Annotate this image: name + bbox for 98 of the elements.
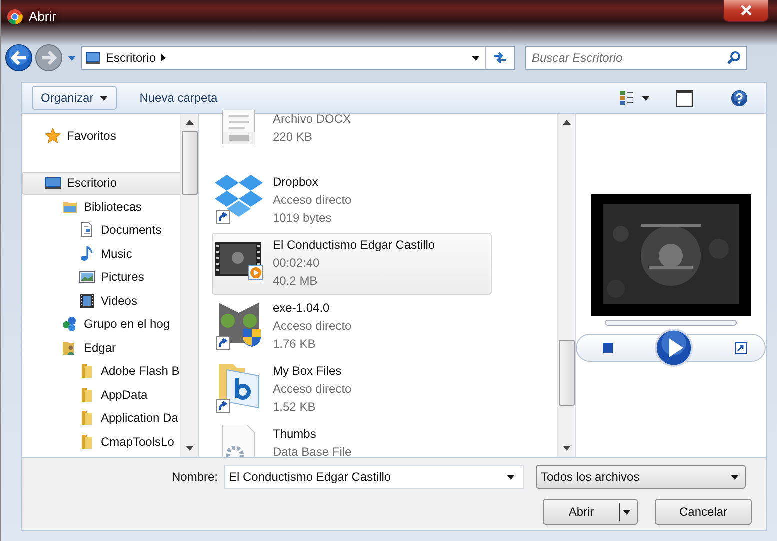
scroll-thumb[interactable] — [558, 340, 574, 406]
star-icon — [45, 128, 61, 144]
play-button[interactable] — [655, 329, 693, 367]
window-title: Abrir — [29, 9, 56, 24]
close-button[interactable] — [723, 0, 769, 22]
nav-item[interactable]: Grupo en el hog — [22, 312, 180, 336]
file-item[interactable]: Thumbs Data Base File — [212, 422, 551, 457]
file-item[interactable]: El Conductismo Edgar Castillo 00:02:40 40.2 MB — [212, 233, 492, 295]
file-detail: 1019 bytes — [273, 210, 333, 227]
history-dropdown-icon[interactable] — [68, 56, 76, 60]
nav-label: Grupo en el hog — [84, 317, 170, 332]
preview-pane-icon[interactable] — [676, 90, 693, 106]
scroll-down-icon[interactable] — [562, 446, 570, 451]
picture-icon — [79, 269, 95, 286]
scrollbar[interactable] — [180, 114, 198, 457]
file-name: Thumbs — [273, 426, 318, 443]
nav-item[interactable]: Videos — [22, 289, 180, 312]
fullscreen-button[interactable] — [735, 342, 747, 354]
nav-item[interactable]: CmapToolsLo — [22, 430, 180, 454]
nav-item[interactable]: AppData — [22, 383, 180, 406]
file-item[interactable]: My Box Files Acceso directo 1.52 KB — [212, 359, 551, 421]
file-detail: 00:02:40 — [273, 255, 321, 272]
dropdown-icon — [100, 96, 108, 100]
file-name-field[interactable]: El Conductismo Edgar Castillo — [224, 465, 524, 489]
file-detail: Acceso directo — [273, 192, 352, 209]
nav-item[interactable]: Application Da — [22, 406, 180, 430]
nav-label: Videos — [101, 294, 138, 308]
forward-button[interactable] — [35, 44, 63, 72]
film-icon — [79, 292, 95, 309]
dropdown-icon — [731, 474, 739, 480]
document-icon — [79, 222, 95, 238]
nav-label: Music — [101, 246, 132, 261]
nav-label: Escritorio — [67, 176, 118, 190]
nav-item[interactable]: Favoritos — [22, 124, 180, 148]
open-button[interactable]: Abrir — [543, 499, 638, 525]
scroll-thumb[interactable] — [182, 131, 198, 195]
browser-icon — [7, 9, 23, 25]
dropdown-icon[interactable] — [472, 56, 480, 60]
address-bar[interactable]: Escritorio — [81, 46, 515, 70]
nav-item[interactable]: Music — [22, 242, 180, 266]
file-item[interactable]: Archivo DOCX 220 KB — [212, 107, 551, 169]
music-note-icon — [79, 246, 95, 262]
help-icon[interactable] — [731, 90, 748, 106]
nav-label: Bibliotecas — [84, 200, 142, 214]
search-icon[interactable] — [727, 51, 741, 65]
nav-item[interactable]: Bibliotecas — [22, 195, 180, 218]
view-options-icon[interactable] — [620, 90, 650, 106]
nav-item[interactable]: Pictures — [22, 266, 180, 289]
organize-button[interactable]: Organizar — [32, 86, 117, 110]
desktop-icon — [45, 175, 61, 192]
file-name: My Box Files — [273, 363, 343, 380]
search-field[interactable]: Buscar Escritorio — [525, 46, 747, 70]
dropdown-icon — [623, 510, 631, 514]
scrollbar[interactable] — [557, 114, 575, 457]
nav-label: Adobe Flash B — [101, 364, 179, 378]
dropdown-icon — [507, 474, 515, 480]
nav-label: CmapToolsLo — [101, 434, 174, 449]
nav-label: AppData — [101, 388, 148, 402]
file-type-dropdown[interactable]: Todos los archivos — [536, 465, 746, 489]
new-folder-button[interactable]: Nueva carpeta — [130, 86, 227, 110]
scroll-up-icon[interactable] — [562, 120, 570, 125]
file-detail: Data Base File — [273, 444, 352, 457]
file-item[interactable]: exe-1.04.0 Acceso directo 1.76 KB — [212, 296, 551, 358]
folder-icon — [79, 434, 95, 450]
desktop-icon — [85, 50, 101, 66]
file-detail: Acceso directo — [273, 381, 352, 398]
file-detail: Archivo DOCX — [273, 111, 352, 128]
breadcrumb-arrow-icon[interactable] — [161, 54, 166, 62]
refresh-icon — [492, 51, 508, 65]
nav-label: Favoritos — [67, 128, 116, 143]
nav-item[interactable]: Adobe Flash B — [22, 360, 180, 383]
scroll-down-icon[interactable] — [186, 446, 194, 451]
nav-label: Application Da — [101, 411, 178, 426]
nav-item[interactable]: Edgar — [22, 336, 180, 360]
back-button[interactable] — [5, 44, 33, 72]
file-name: exe-1.04.0 — [273, 300, 331, 317]
folder-icon — [79, 386, 95, 403]
homegroup-icon — [62, 316, 78, 332]
file-detail: 40.2 MB — [273, 273, 319, 290]
scroll-up-icon[interactable] — [186, 120, 194, 125]
file-name: Dropbox — [273, 174, 320, 191]
file-item[interactable]: Dropbox Acceso directo 1019 bytes — [212, 170, 551, 232]
nav-item[interactable]: Documents — [22, 218, 180, 242]
file-detail: 1.52 KB — [273, 399, 317, 416]
breadcrumb[interactable]: Escritorio — [106, 51, 156, 65]
nav-label: Pictures — [101, 270, 144, 284]
cancel-button[interactable]: Cancelar — [655, 499, 752, 525]
file-detail: 220 KB — [273, 129, 314, 146]
close-icon — [740, 5, 752, 16]
nav-item[interactable]: Escritorio — [22, 172, 180, 195]
folder-icon — [79, 363, 95, 380]
file-name: El Conductismo Edgar Castillo — [273, 237, 436, 254]
folder-icon — [79, 410, 95, 426]
file-detail: 1.76 KB — [273, 336, 317, 353]
name-label: Nombre: — [170, 470, 219, 484]
nav-label: Documents — [101, 223, 162, 238]
file-detail: Acceso directo — [273, 318, 352, 335]
nav-label: Edgar — [84, 340, 116, 355]
